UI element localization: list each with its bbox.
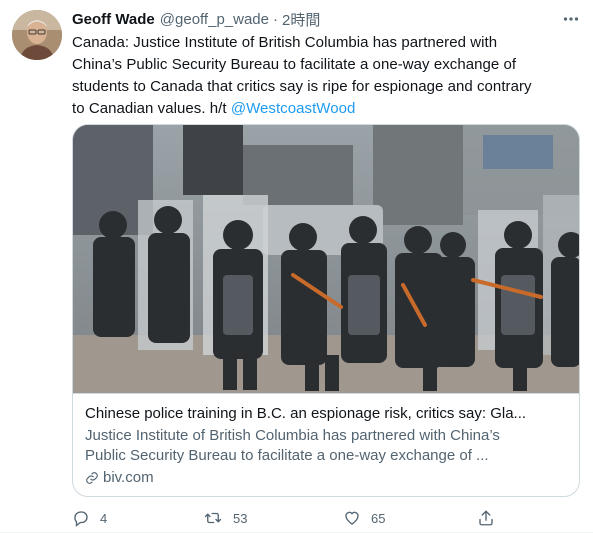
timestamp[interactable]: 2時間 [282, 9, 320, 30]
reply-icon [74, 511, 88, 527]
card-description-line: Justice Institute of British Columbia ha… [85, 427, 500, 444]
avatar[interactable] [12, 10, 62, 60]
tweet-text-line: Canada: Justice Institute of British Col… [72, 34, 498, 51]
link-card[interactable]: Chinese police training in B.C. an espio… [72, 124, 580, 497]
like-button[interactable]: 65 [343, 508, 385, 528]
reply-count: 4 [100, 510, 108, 526]
tweet-text-line: to Canadian values. h/t @WestcoastWood [72, 98, 584, 120]
reply-button[interactable]: 4 [72, 508, 107, 528]
tweet-header: Geoff Wade @geoff_p_wade · 2時間 [72, 9, 320, 30]
heart-icon [345, 511, 359, 525]
separator: · [273, 10, 278, 28]
like-count: 65 [371, 510, 386, 526]
retweet-count: 53 [233, 510, 248, 526]
tweet-text-line: students to Canada that critics say is r… [72, 78, 532, 95]
more-icon[interactable] [561, 10, 581, 28]
tweet-text-segment: to Canadian values. h/t [72, 100, 231, 117]
share-icon [479, 510, 493, 526]
card-image[interactable] [73, 125, 579, 393]
tweet-text-line: China’s Public Security Bureau to facili… [72, 56, 517, 73]
author-name[interactable]: Geoff Wade [72, 11, 155, 28]
tweet-text: Canada: Justice Institute of British Col… [72, 32, 584, 120]
author-handle[interactable]: @geoff_p_wade [160, 11, 269, 28]
card-domain: biv.com [85, 468, 569, 488]
card-description: Justice Institute of British Columbia ha… [85, 426, 569, 466]
card-title[interactable]: Chinese police training in B.C. an espio… [85, 404, 569, 424]
retweet-icon [204, 512, 222, 524]
card-domain-text: biv.com [103, 469, 154, 486]
retweet-button[interactable]: 53 [203, 508, 247, 528]
card-body[interactable]: Chinese police training in B.C. an espio… [73, 393, 579, 496]
tweet[interactable]: Geoff Wade @geoff_p_wade · 2時間 Canada: J… [0, 0, 593, 533]
tweet-actions: 4 53 65 [72, 508, 502, 528]
mention-link[interactable]: @WestcoastWood [231, 100, 356, 117]
share-button[interactable] [477, 508, 505, 528]
card-description-line: Public Security Bureau to facilitate a o… [85, 447, 489, 464]
link-icon [85, 471, 99, 485]
